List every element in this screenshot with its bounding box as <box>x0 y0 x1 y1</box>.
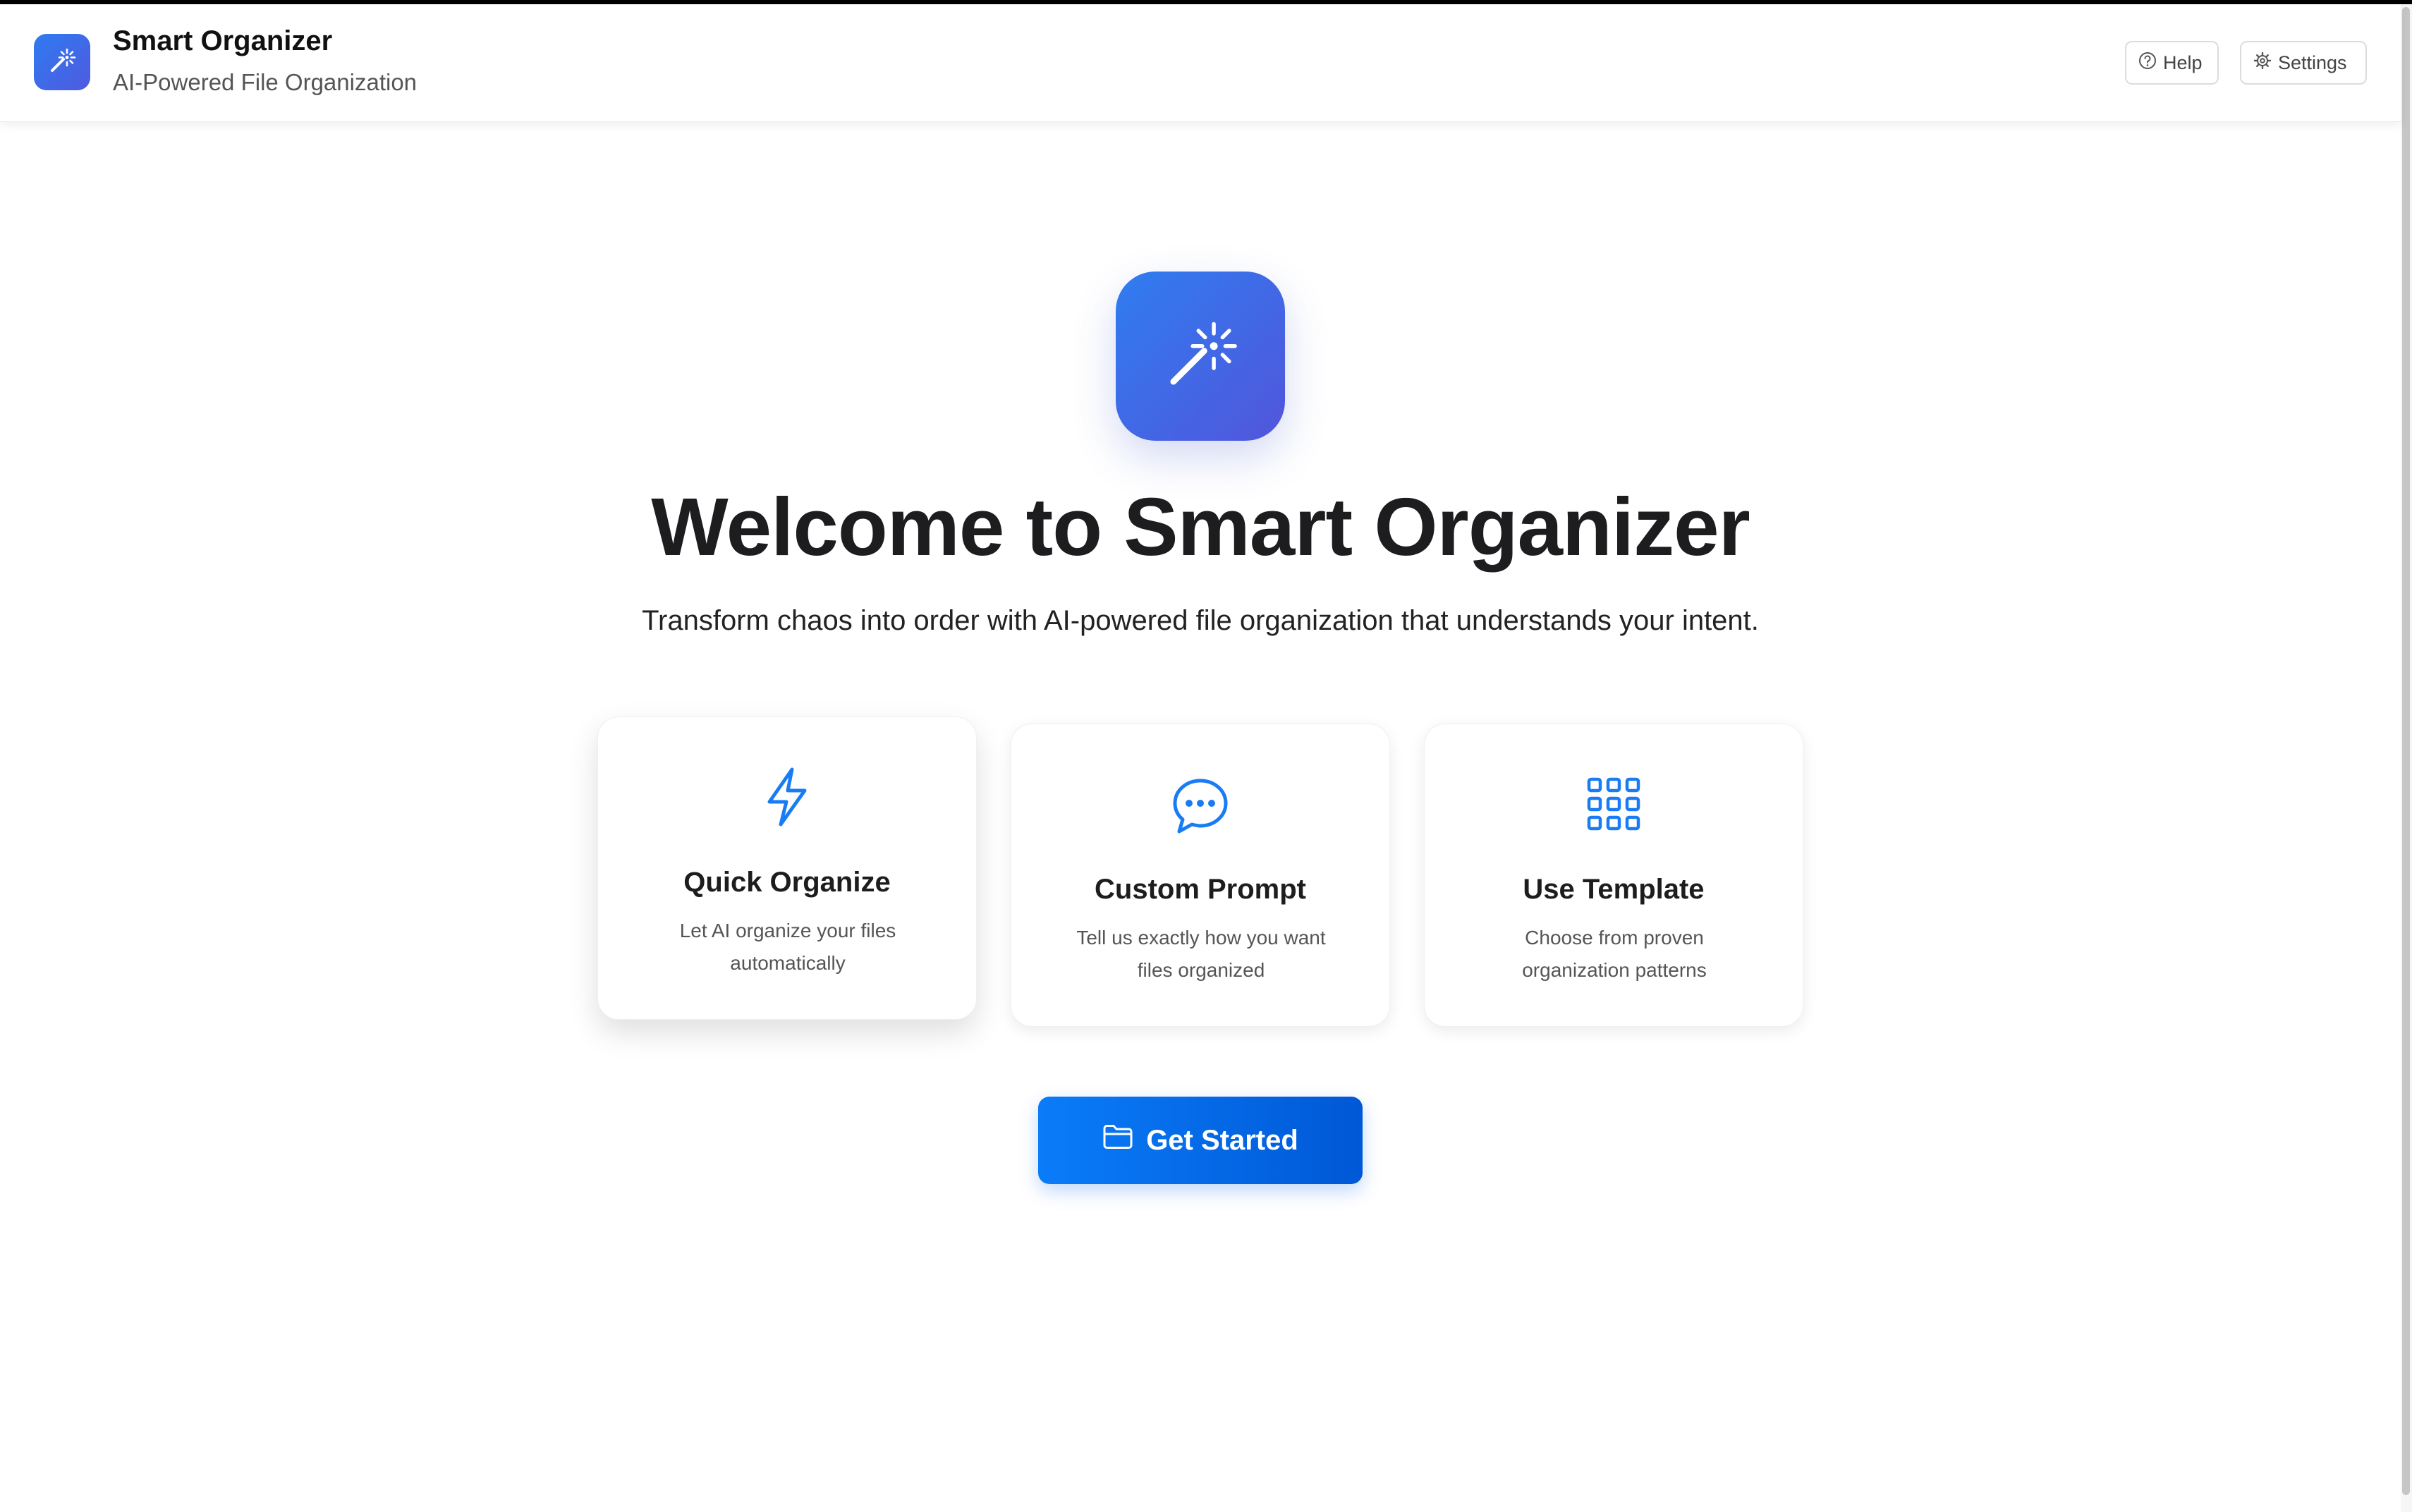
get-started-button[interactable]: Get Started <box>1038 1097 1363 1184</box>
magic-wand-icon <box>47 45 78 80</box>
welcome-title: Welcome to Smart Organizer <box>651 481 1750 573</box>
card-description: Let AI organize your files automatically <box>679 920 896 974</box>
gear-icon <box>2253 51 2272 75</box>
use-template-card[interactable]: Use Template Choose from proven organiza… <box>1424 724 1803 1027</box>
help-button[interactable]: Help <box>2125 41 2219 85</box>
settings-button-label: Settings <box>2278 51 2347 73</box>
hero-logo <box>1116 272 1285 441</box>
app-subtitle: AI-Powered File Organization <box>113 69 418 95</box>
welcome-subtitle: Transform chaos into order with AI-power… <box>642 605 1759 636</box>
card-title: Use Template <box>1523 874 1705 905</box>
help-button-label: Help <box>2163 51 2203 73</box>
app-header: Smart Organizer AI-Powered File Organiza… <box>0 4 2401 122</box>
app-title: Smart Organizer <box>113 25 333 56</box>
card-description: Choose from proven organization patterns <box>1522 927 1707 981</box>
scrollbar-thumb[interactable] <box>2402 7 2410 1495</box>
custom-prompt-card[interactable]: Custom Prompt Tell us exactly how you wa… <box>1011 724 1390 1027</box>
app-logo <box>34 34 90 90</box>
chat-bubble-icon <box>1171 776 1230 839</box>
card-title: Custom Prompt <box>1095 874 1306 905</box>
folder-icon <box>1102 1123 1133 1157</box>
get-started-label: Get Started <box>1146 1124 1298 1156</box>
lightning-bolt-icon <box>764 767 810 831</box>
magic-wand-icon <box>1158 312 1243 401</box>
question-circle-icon <box>2138 51 2157 75</box>
quick-organize-card[interactable]: Quick Organize Let AI organize your file… <box>597 717 977 1020</box>
grid-icon <box>1586 776 1641 835</box>
settings-button[interactable]: Settings <box>2240 41 2367 85</box>
card-description: Tell us exactly how you want files organ… <box>1076 927 1326 981</box>
card-title: Quick Organize <box>683 867 891 898</box>
